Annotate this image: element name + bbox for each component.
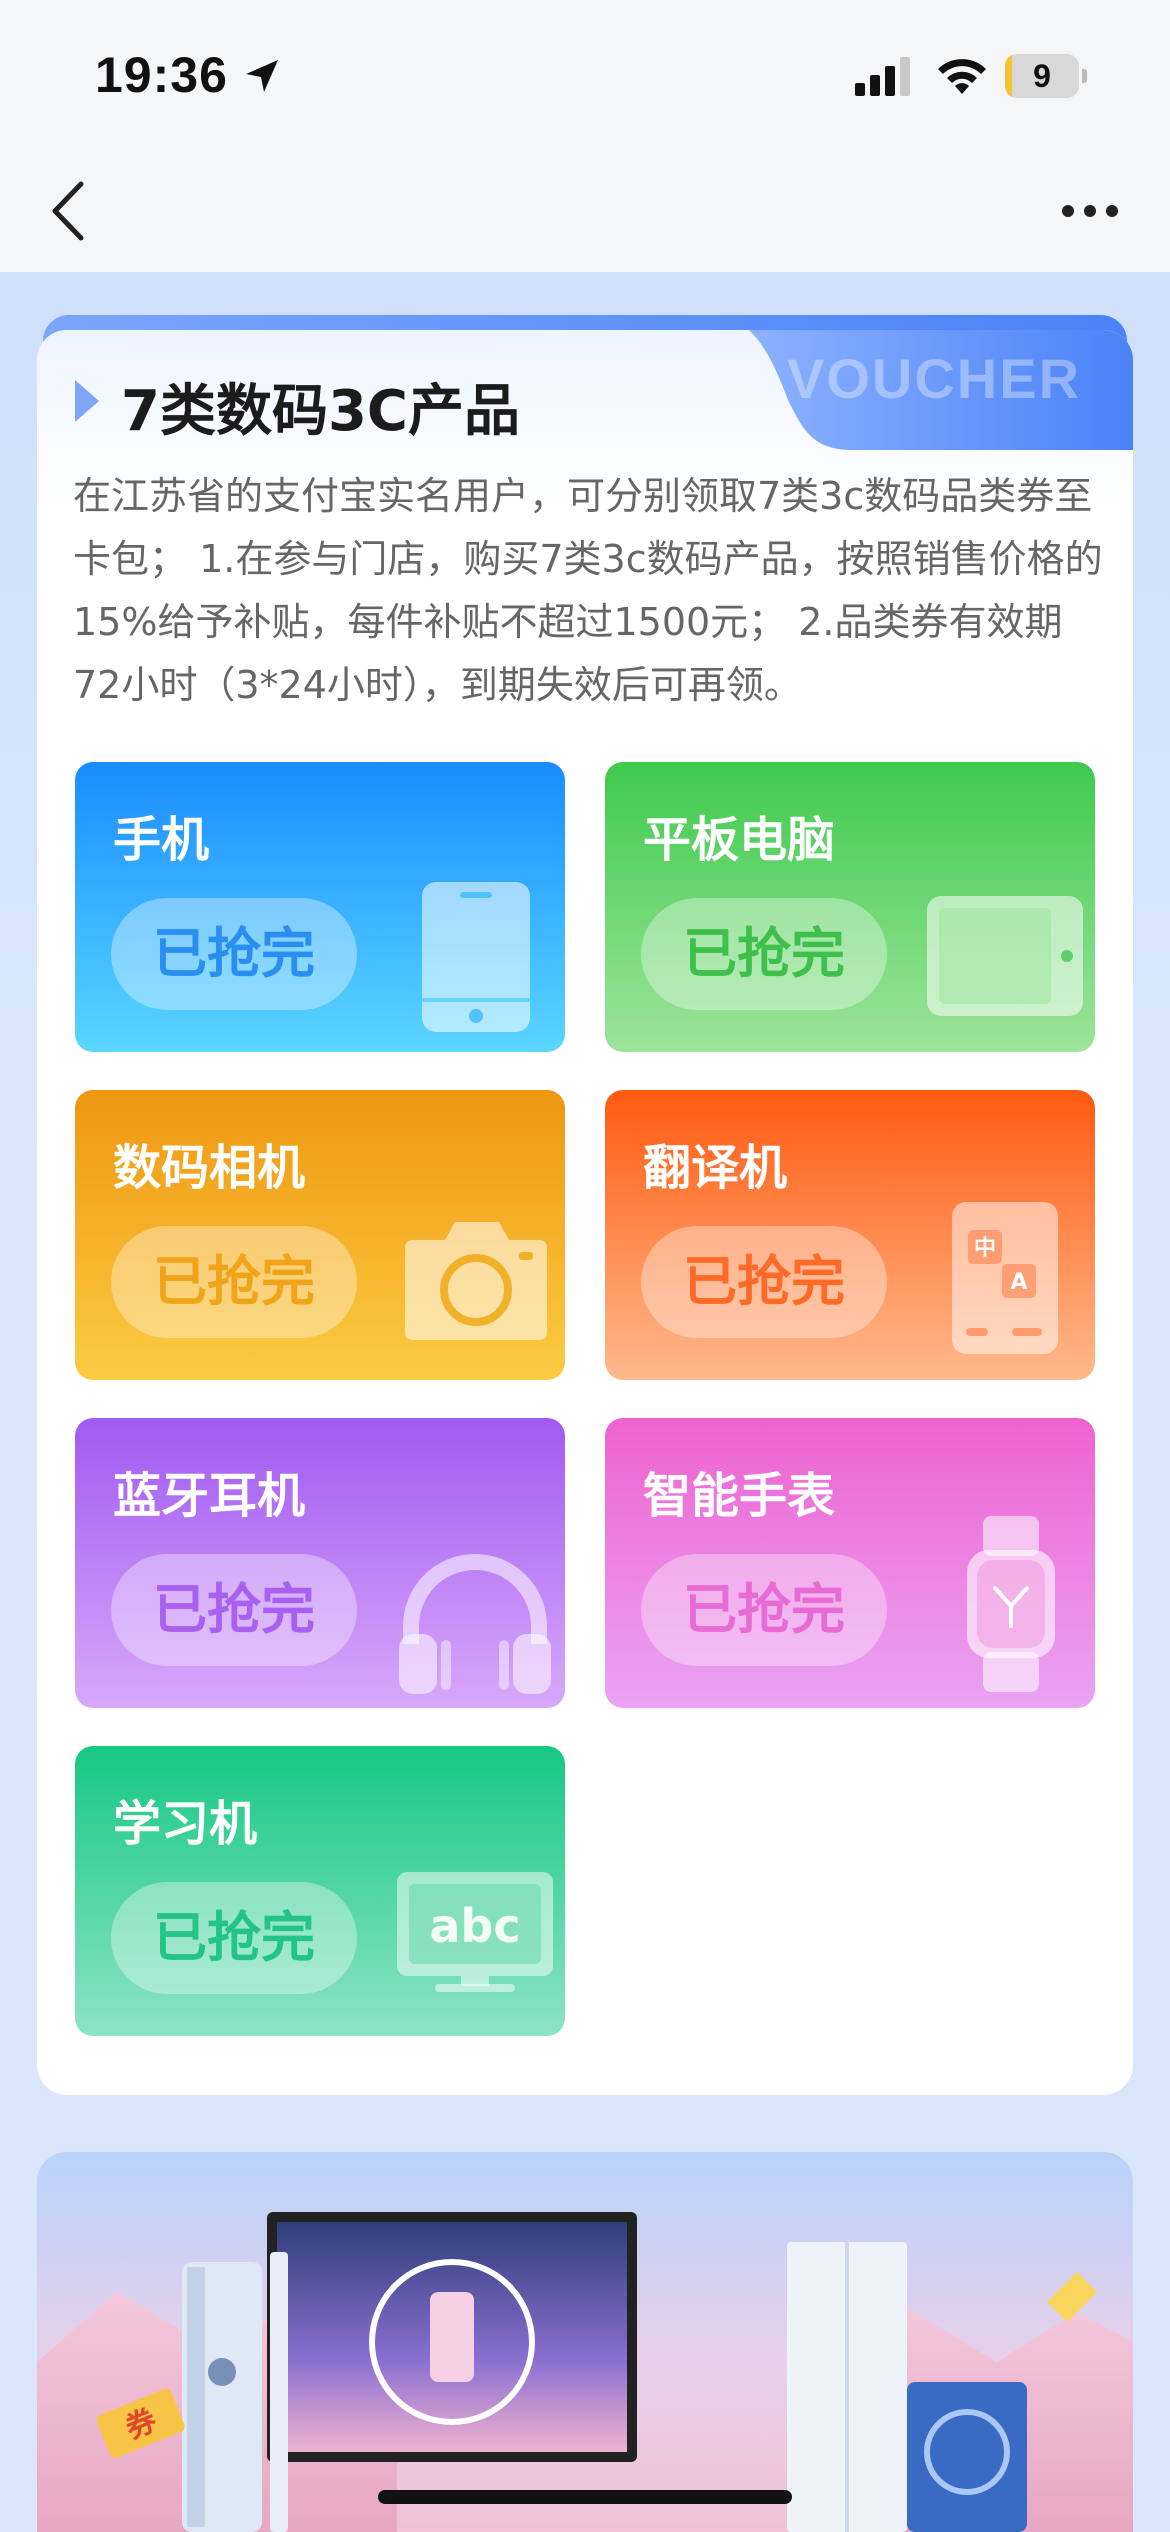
signal-icon — [855, 57, 910, 96]
category-tile-translator[interactable]: 翻译机 已抢完 中 A — [605, 1090, 1095, 1380]
category-name: 翻译机 — [643, 1140, 788, 1196]
claim-button[interactable]: 已抢完 — [641, 1554, 887, 1666]
category-tile-tablet[interactable]: 平板电脑 已抢完 — [605, 762, 1095, 1052]
promo-banner[interactable]: 券 — [37, 2152, 1133, 2532]
category-name: 数码相机 — [113, 1140, 306, 1196]
claim-button[interactable]: 已抢完 — [111, 898, 357, 1010]
more-dots-icon[interactable] — [1060, 198, 1120, 224]
category-name: 手机 — [113, 812, 210, 868]
battery-level: 9 — [1033, 58, 1051, 94]
claim-button[interactable]: 已抢完 — [641, 1226, 887, 1338]
wifi-icon — [938, 59, 986, 94]
category-name: 学习机 — [113, 1796, 258, 1852]
tablet-icon — [927, 896, 1083, 1016]
category-name: 平板电脑 — [643, 812, 836, 868]
category-name: 智能手表 — [643, 1468, 836, 1524]
category-tile-earphones[interactable]: 蓝牙耳机 已抢完 — [75, 1418, 565, 1708]
home-indicator — [378, 2490, 792, 2504]
translator-icon: 中 A — [952, 1202, 1058, 1354]
translator-icon-text-zh: 中 — [974, 1236, 996, 1261]
headphones-icon — [399, 1554, 551, 1694]
location-arrow-icon — [246, 60, 278, 92]
voucher-tab-text: VOUCHER — [787, 347, 1082, 410]
claim-button[interactable]: 已抢完 — [111, 1226, 357, 1338]
camera-icon — [405, 1222, 547, 1340]
smartwatch-icon — [967, 1516, 1055, 1692]
battery-icon: 9 — [1005, 54, 1087, 98]
claim-button[interactable]: 已抢完 — [111, 1554, 357, 1666]
chevron-left-icon[interactable] — [45, 178, 95, 244]
nav-bar — [0, 150, 1170, 272]
category-tile-learning-machine[interactable]: 学习机 已抢完 abc — [75, 1746, 565, 2036]
translator-icon-text-a: A — [1010, 1270, 1027, 1295]
learning-machine-icon-text: abc — [429, 1899, 520, 1953]
card-description: 在江苏省的支付宝实名用户，可分别领取7类3c数码品类券至卡包； 1.在参与门店，… — [73, 474, 1103, 707]
category-tile-phone[interactable]: 手机 已抢完 — [75, 762, 565, 1052]
phone-icon — [422, 882, 530, 1032]
status-time: 19:36 — [95, 47, 228, 103]
category-tile-smartwatch[interactable]: 智能手表 已抢完 — [605, 1418, 1095, 1708]
claim-button[interactable]: 已抢完 — [111, 1882, 357, 1994]
claim-button[interactable]: 已抢完 — [641, 898, 887, 1010]
voucher-card: VOUCHER 7类数码3C产品 在江苏省的支付宝实名用户，可分别领取7类3c数… — [37, 330, 1133, 2095]
card-title: 7类数码3C产品 — [121, 379, 521, 444]
title-marker-icon — [75, 380, 99, 422]
appliances-illustration: 券 — [37, 2212, 1133, 2532]
status-bar: 19:36 9 — [0, 0, 1170, 150]
category-name: 蓝牙耳机 — [113, 1468, 306, 1524]
category-tile-camera[interactable]: 数码相机 已抢完 — [75, 1090, 565, 1380]
learning-machine-icon: abc — [397, 1872, 553, 1992]
